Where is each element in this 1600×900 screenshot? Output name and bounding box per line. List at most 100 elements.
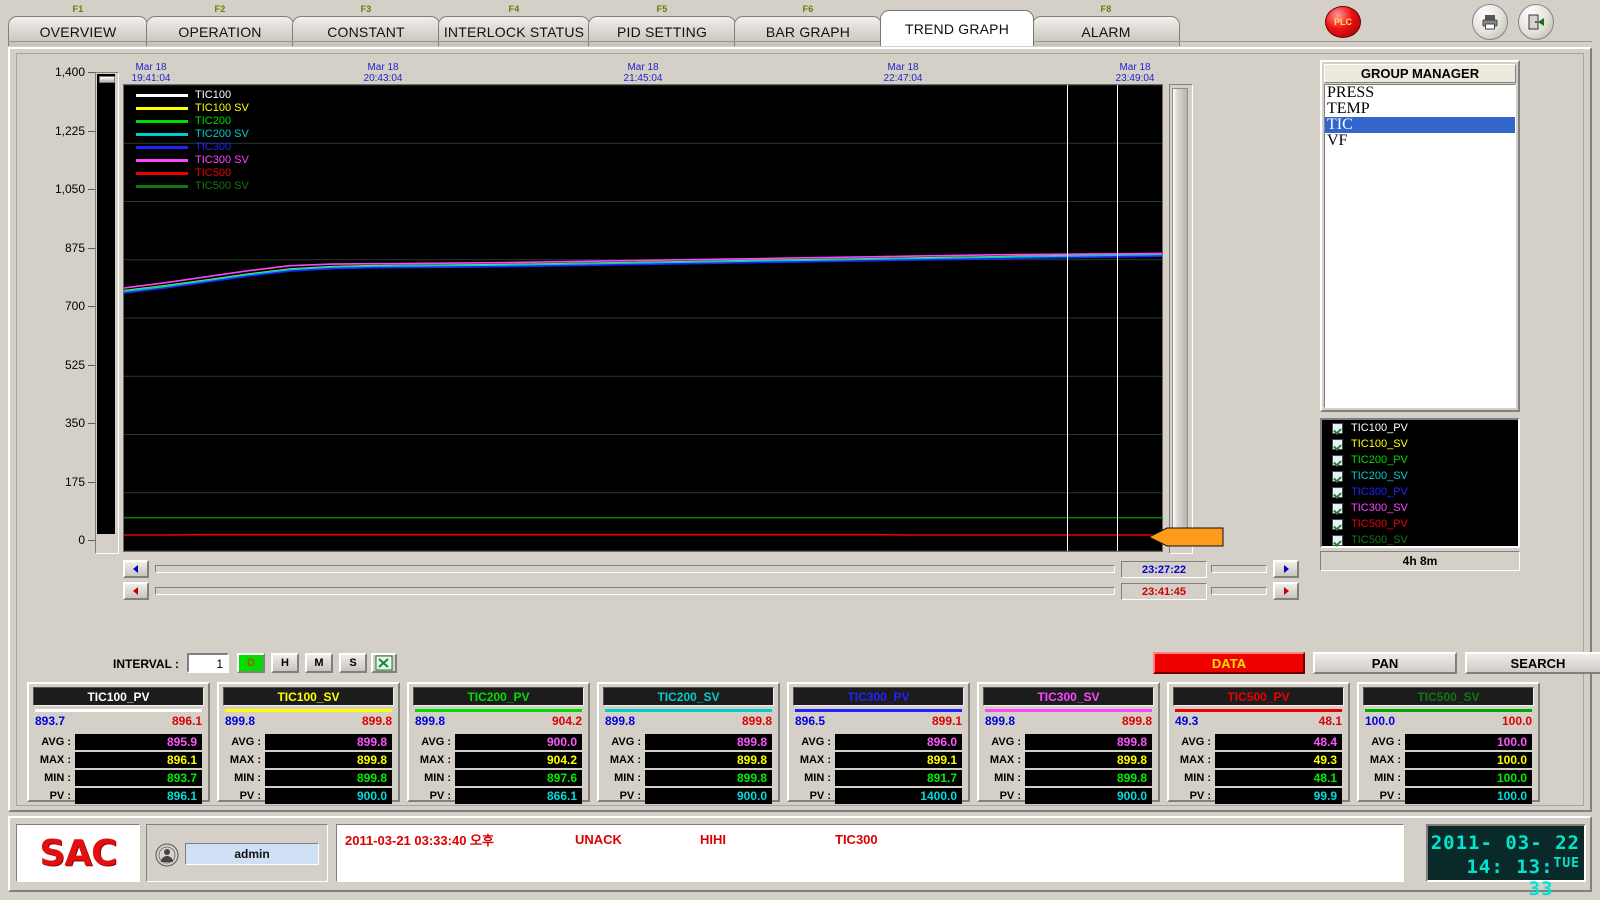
x-tick-date: Mar 18 [887, 62, 919, 73]
tag-checkbox-row[interactable]: TIC100_PV [1322, 420, 1518, 436]
alarm-list[interactable]: 2011-03-21 03:33:40 오후 UNACK HIHI TIC300 [336, 824, 1404, 882]
tag-checkbox-row[interactable]: TIC200_SV [1322, 468, 1518, 484]
cursor-b[interactable] [1117, 85, 1119, 551]
tag-checkbox-row[interactable]: TIC500_SV [1322, 532, 1518, 548]
cursor-a-track[interactable] [155, 565, 1115, 573]
mode-pan-button[interactable]: PAN [1313, 652, 1457, 674]
clock-weekday: TUE [1553, 856, 1580, 871]
cursor-a-right-button[interactable] [1273, 560, 1299, 578]
y-axis-scroll-thumb[interactable] [99, 76, 115, 83]
user-name-field[interactable]: admin [185, 843, 319, 865]
panel-stat-value: 899.8 [645, 770, 772, 786]
legend-label: TIC500 SV [195, 180, 249, 192]
panel-stat-row: MAX : 904.2 [415, 751, 582, 769]
plot-canvas[interactable]: TIC100 TIC100 SV TIC200 TIC200 SV TIC300 TIC3… [123, 84, 1163, 552]
legend-label: TIC300 [195, 141, 232, 153]
printer-icon[interactable] [1472, 4, 1508, 40]
exit-door-icon[interactable] [1518, 4, 1554, 40]
check-icon[interactable] [1332, 534, 1343, 546]
check-icon[interactable] [1332, 518, 1343, 530]
excel-export-icon[interactable] [371, 653, 397, 673]
panel-stat-value: 896.1 [75, 788, 202, 804]
panel-title: TIC300_SV [983, 687, 1154, 706]
panel-stat-value: 899.8 [265, 752, 392, 768]
panel-range-row: 893.7 896.1 [35, 713, 202, 728]
panel-range-high: 904.2 [551, 713, 582, 728]
check-icon[interactable] [1332, 422, 1343, 434]
tag-label: TIC200_SV [1351, 469, 1408, 482]
cursor-b-right-button[interactable] [1273, 582, 1299, 600]
group-item-vf[interactable]: VF [1325, 133, 1515, 149]
check-icon[interactable] [1332, 438, 1343, 450]
interval-unit-s[interactable]: S [339, 653, 367, 673]
panel-range-high: 896.1 [171, 713, 202, 728]
alarm-row[interactable]: 2011-03-21 03:33:40 오후 UNACK HIHI TIC300 [345, 830, 878, 848]
x-axis-tick-label: Mar 18 20:43:04 [364, 62, 403, 84]
mode-search-button[interactable]: SEARCH [1465, 652, 1600, 674]
panel-stat-row: PV : 99.9 [1175, 787, 1342, 805]
mode-data-button[interactable]: DATA [1153, 652, 1305, 674]
panel-stat-key: AVG : [421, 736, 451, 748]
check-icon[interactable] [1332, 486, 1343, 498]
tag-value-panels: TIC100_PV 893.7 896.1 AVG :895.9 MAX :896.1 M… [27, 682, 1575, 805]
check-icon[interactable] [1332, 454, 1343, 466]
cursor-b-track[interactable] [155, 587, 1115, 595]
tag-checklist-panel[interactable]: TIC100_PV TIC100_SV TIC200_PV TIC200_SV TIC3… [1320, 418, 1520, 548]
y-axis-scrollbar[interactable] [95, 72, 119, 554]
plot-vertical-scroll-thumb[interactable] [1172, 88, 1188, 540]
cursor-b-track-right[interactable] [1211, 587, 1267, 595]
panel-title: TIC100_SV [223, 687, 394, 706]
tag-checkbox-row[interactable]: TIC500_PV [1322, 516, 1518, 532]
panel-stat-row: AVG : 899.8 [225, 733, 392, 751]
digital-clock: 2011- 03- 22 14: 13: 33 TUE [1426, 824, 1586, 900]
y-axis-scroll-track [97, 74, 115, 534]
interval-input[interactable]: 1 [187, 653, 229, 673]
tag-panel-tic500_sv: TIC500_SV 100.0 100.0 AVG :100.0 MAX :100.0 M… [1357, 682, 1540, 804]
panel-stat-row: MAX : 899.8 [605, 751, 772, 769]
group-item-press[interactable]: PRESS [1325, 85, 1515, 101]
tag-panel-tic200_pv: TIC200_PV 899.8 904.2 AVG :900.0 MAX :904.2 M… [407, 682, 590, 804]
plc-status-lamp[interactable]: PLC [1325, 6, 1361, 38]
tag-checkbox-row[interactable]: TIC100_SV [1322, 436, 1518, 452]
tab-fkey-label: F3 [360, 4, 372, 14]
y-axis-tick-label: 700 [64, 299, 85, 313]
alarm-timestamp: 2011-03-21 03:33:40 오후 [345, 832, 494, 848]
range-drag-handle[interactable] [1145, 524, 1225, 550]
panel-stat-row: MIN : 899.8 [605, 769, 772, 787]
group-manager-list[interactable]: PRESS TEMP TIC VF [1324, 84, 1516, 408]
cursor-a-left-button[interactable] [123, 560, 149, 578]
tag-checkbox-row[interactable]: TIC300_SV [1322, 500, 1518, 516]
legend-color-swatch [136, 159, 188, 162]
panel-stat-row: AVG : 900.0 [415, 733, 582, 751]
legend-color-swatch [136, 185, 188, 188]
panel-range-high: 48.1 [1318, 713, 1342, 728]
tag-checkbox-row[interactable]: TIC300_PV [1322, 484, 1518, 500]
panel-stat-key: AVG : [1181, 736, 1211, 748]
group-item-tic[interactable]: TIC [1325, 117, 1515, 133]
panel-color-bar [795, 709, 962, 712]
alarm-severity: HIHI [700, 831, 726, 847]
plot-vertical-scrollbar[interactable] [1169, 84, 1193, 554]
tab-label: INTERLOCK STATUS [443, 23, 585, 40]
tab-trend-graph[interactable]: TREND GRAPH [880, 10, 1034, 46]
panel-range-row: 899.8 899.8 [605, 713, 772, 728]
cursor-a-track-right[interactable] [1211, 565, 1267, 573]
panel-stat-key: AVG : [231, 736, 261, 748]
check-icon[interactable] [1332, 470, 1343, 482]
interval-unit-h[interactable]: H [271, 653, 299, 673]
x-axis-time-labels: Mar 18 19:41:04 Mar 18 20:43:04 Mar 18 21:45:… [123, 60, 1223, 84]
cursor-a[interactable] [1066, 85, 1068, 551]
group-manager-title: GROUP MANAGER [1324, 64, 1516, 83]
group-item-temp[interactable]: TEMP [1325, 101, 1515, 117]
tag-checkbox-row[interactable]: TIC200_PV [1322, 452, 1518, 468]
chart-legend: TIC100 TIC100 SV TIC200 TIC200 SV TIC300 TIC3… [136, 89, 249, 193]
cursor-b-left-button[interactable] [123, 582, 149, 600]
duration-label: 4h 8m [1320, 551, 1520, 571]
interval-unit-m[interactable]: M [305, 653, 333, 673]
panel-stat-key: AVG : [611, 736, 641, 748]
check-icon[interactable] [1332, 502, 1343, 514]
y-axis-tick-label: 0 [78, 533, 85, 547]
y-axis-tick-label: 350 [64, 416, 85, 430]
y-axis-labels: 0 175 350 525 700 875 1,050 1,225 1,400 [27, 65, 95, 552]
interval-unit-d[interactable]: D [237, 653, 265, 673]
